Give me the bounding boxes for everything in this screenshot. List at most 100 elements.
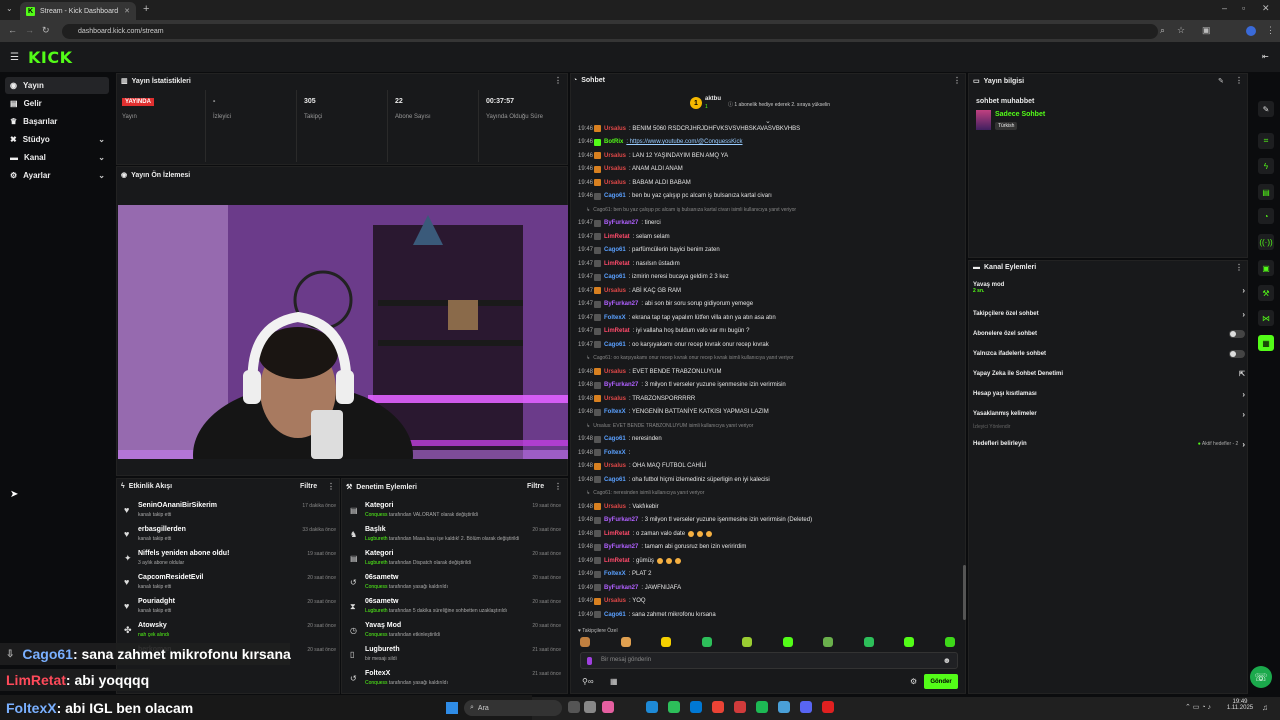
window-close-icon[interactable]: ✕ bbox=[1262, 3, 1270, 14]
chat-username[interactable]: ByFurkan27 bbox=[604, 382, 638, 388]
chat-username[interactable]: LimRetat bbox=[604, 261, 630, 267]
chat-username[interactable]: Cago61 bbox=[604, 247, 626, 253]
moderation-row[interactable]: ▯ Lugbureth bir mesajı sildi 21 saat önce bbox=[347, 645, 561, 667]
bookmark-star-icon[interactable]: ☆ bbox=[1177, 25, 1185, 36]
chat-username[interactable]: Ursalus bbox=[604, 180, 626, 186]
chat-message[interactable]: 19:48 LimRetat: o zaman valo date bbox=[578, 527, 958, 540]
chat-message[interactable]: 19:48 Ursalus: TRABZONSPORRRRR bbox=[578, 392, 958, 405]
moderation-row[interactable]: ↺ FoltexX Conquess tarafından yasağı kaldı… bbox=[347, 669, 561, 691]
chat-message[interactable]: 19:47 ByFurkan27: tinerci bbox=[578, 217, 958, 230]
chat-message[interactable]: 19:47 LimRetat: iyi vallaha hoş buldum va… bbox=[578, 325, 958, 338]
taskbar-search[interactable]: ⌕ Ara bbox=[464, 700, 562, 716]
chat-username[interactable]: Ursalus bbox=[604, 396, 626, 402]
chat-input-field[interactable]: Bir mesaj gönderin ☻ bbox=[580, 652, 958, 669]
whatsapp-icon[interactable] bbox=[668, 701, 680, 713]
emote-icon[interactable] bbox=[782, 637, 793, 647]
forward-icon[interactable]: → bbox=[25, 25, 34, 35]
chat-username[interactable]: Ursalus bbox=[604, 369, 626, 375]
chat-message[interactable]: 19:47 FoltexX: ekrana tap tap yapalım lüt… bbox=[578, 311, 958, 324]
kick-logo[interactable]: KICK bbox=[28, 48, 73, 67]
toggle-switch[interactable] bbox=[1229, 330, 1245, 338]
sidebar-item-ayarlar[interactable]: ⚙ Ayarlar ⌄ bbox=[5, 167, 109, 184]
rail-edit-icon[interactable]: ✎ bbox=[1258, 101, 1274, 117]
activity-menu-icon[interactable]: ⋮ bbox=[327, 482, 335, 491]
chat-message[interactable]: 19:47 LimRetat: nasılsın üstadım bbox=[578, 257, 958, 270]
maximize-icon[interactable]: ▫ bbox=[1242, 3, 1245, 13]
channel-actions-menu-icon[interactable]: ⋮ bbox=[1235, 263, 1243, 272]
chat-username[interactable]: LimRetat bbox=[604, 531, 630, 537]
chat-message[interactable]: 19:46 Cago61: ben bu yaz çalışıp pc alcam… bbox=[578, 190, 958, 203]
chat-message[interactable]: 19:46 Ursalus: BABAM ALDI BABAM bbox=[578, 176, 958, 189]
toggle-switch[interactable] bbox=[1229, 350, 1245, 358]
emote-icon[interactable] bbox=[620, 637, 631, 647]
chat-menu-icon[interactable]: ⋮ bbox=[953, 76, 961, 85]
chat-username[interactable]: ByFurkan27 bbox=[604, 585, 638, 591]
channel-action-row[interactable]: Yapay Zeka ile Sohbet Denetimi ⇱ bbox=[973, 366, 1245, 382]
chat-message[interactable]: 19:48 FoltexX: YENGENİN BATTANİYE KATKISI… bbox=[578, 406, 958, 419]
moderation-row[interactable]: ♞ Başlık Lugbureth tarafından Masa başı iş… bbox=[347, 525, 561, 547]
pinned-gifter-name[interactable]: aktbu bbox=[705, 96, 721, 102]
emote-icon[interactable] bbox=[661, 637, 671, 647]
app-icon[interactable] bbox=[734, 701, 746, 713]
calendar-icon[interactable]: ▦ bbox=[610, 677, 618, 686]
chat-message[interactable]: 19:48 Ursalus: EVET BENDE TRABZONLUYUM bbox=[578, 365, 958, 378]
new-tab-icon[interactable]: + bbox=[143, 3, 149, 15]
emote-icon[interactable] bbox=[701, 637, 712, 647]
chat-message[interactable]: 19:46 BotRix: https://www.youtube.com/@Co… bbox=[578, 136, 958, 149]
extensions-icon[interactable]: ▣ bbox=[1202, 25, 1211, 36]
file-explorer-icon[interactable] bbox=[584, 701, 596, 713]
chat-message[interactable]: 19:49 LimRetat: gümüş bbox=[578, 554, 958, 567]
copilot-icon[interactable] bbox=[602, 701, 614, 713]
chat-username[interactable]: Ursalus bbox=[604, 126, 626, 132]
channel-action-row[interactable]: Takipçilere özel sohbet › bbox=[973, 306, 1245, 322]
moderation-row[interactable]: ▤ Kategori Conquess tarafından VALORANT ol… bbox=[347, 501, 561, 523]
chat-username[interactable]: Ursalus bbox=[604, 598, 626, 604]
rail-tools-icon[interactable]: ⚒ bbox=[1258, 285, 1274, 301]
edit-pencil-icon[interactable]: ✎ bbox=[1218, 77, 1224, 85]
task-view-icon[interactable] bbox=[568, 701, 580, 713]
chat-scrollbar[interactable] bbox=[963, 565, 966, 620]
chat-message[interactable]: 19:48 Cago61: neresinden bbox=[578, 433, 958, 446]
category-thumbnail[interactable] bbox=[976, 110, 991, 130]
moderation-row[interactable]: ▤ Kategori Lugbureth tarafından Dispatch o… bbox=[347, 549, 561, 571]
chat-message[interactable]: 19:49 ByFurkan27: JAWFNIJAFA bbox=[578, 581, 958, 594]
channel-action-row[interactable]: Yalnızca ifadelerle sohbet bbox=[973, 346, 1245, 362]
url-field[interactable]: dashboard.kick.com/stream bbox=[62, 24, 1158, 39]
rail-lightning-icon[interactable]: ϟ bbox=[1258, 158, 1274, 174]
chat-username[interactable]: Ursalus bbox=[604, 153, 626, 159]
emote-icon[interactable] bbox=[823, 637, 833, 647]
rail-add-icon[interactable]: ▦ bbox=[1258, 335, 1274, 351]
chat-username[interactable]: FoltexX bbox=[604, 409, 626, 415]
activity-row[interactable]: ♥ erbasgillerden kanalı takip etti 33 dakik… bbox=[122, 525, 336, 547]
moderation-row[interactable]: ⧗ 06sametw Lugbureth tarafından 5 dakika s… bbox=[347, 597, 561, 619]
rail-broadcast-icon[interactable]: ((·)) bbox=[1258, 234, 1274, 250]
activity-row[interactable]: ✦ Niffels yeniden abone oldu! 3 aylık abon… bbox=[122, 549, 336, 571]
chat-username[interactable]: FoltexX bbox=[604, 315, 626, 321]
chat-username[interactable]: Cago61 bbox=[604, 274, 626, 280]
rail-chat-icon[interactable]: ◔ bbox=[1258, 208, 1274, 224]
chat-message[interactable]: 19:48 Cago61: oha futbol hiçmi izlemedini… bbox=[578, 473, 958, 486]
chat-message[interactable]: 19:47 Ursalus: ABİ KAÇ GB RAM bbox=[578, 284, 958, 297]
windows-start-icon[interactable] bbox=[446, 702, 458, 714]
profile-avatar[interactable] bbox=[1246, 26, 1256, 36]
sidebar-item-gelir[interactable]: ▤ Gelir bbox=[5, 95, 109, 112]
tab-list-icon[interactable]: ⌄ bbox=[6, 4, 13, 13]
obs-icon[interactable] bbox=[822, 701, 834, 713]
chat-username[interactable]: ByFurkan27 bbox=[604, 301, 638, 307]
stream-info-menu-icon[interactable]: ⋮ bbox=[1235, 76, 1243, 85]
chat-message[interactable]: 19:47 Cago61: parfümcülerin bayici benim … bbox=[578, 244, 958, 257]
spotify-icon[interactable] bbox=[756, 701, 768, 713]
moderation-row[interactable]: ↺ 06sametw Conquess tarafından yasağı kald… bbox=[347, 573, 561, 595]
chat-username[interactable]: Cago61 bbox=[604, 612, 626, 618]
moderation-filter-button[interactable]: Filtre bbox=[527, 483, 544, 490]
chat-username[interactable]: FoltexX bbox=[604, 450, 626, 456]
chat-message[interactable]: 19:47 ByFurkan27: abi son bir soru sorup … bbox=[578, 298, 958, 311]
chat-username[interactable]: Ursalus bbox=[604, 288, 626, 294]
channel-action-row[interactable]: Yasaklanmış kelimeler › bbox=[973, 406, 1245, 422]
chat-username[interactable]: ByFurkan27 bbox=[604, 517, 638, 523]
mail-icon[interactable] bbox=[690, 701, 702, 713]
chat-username[interactable]: LimRetat bbox=[604, 328, 630, 334]
minimize-icon[interactable]: – bbox=[1222, 3, 1227, 13]
emote-icon[interactable] bbox=[944, 637, 955, 647]
chat-username[interactable]: FoltexX bbox=[604, 571, 626, 577]
